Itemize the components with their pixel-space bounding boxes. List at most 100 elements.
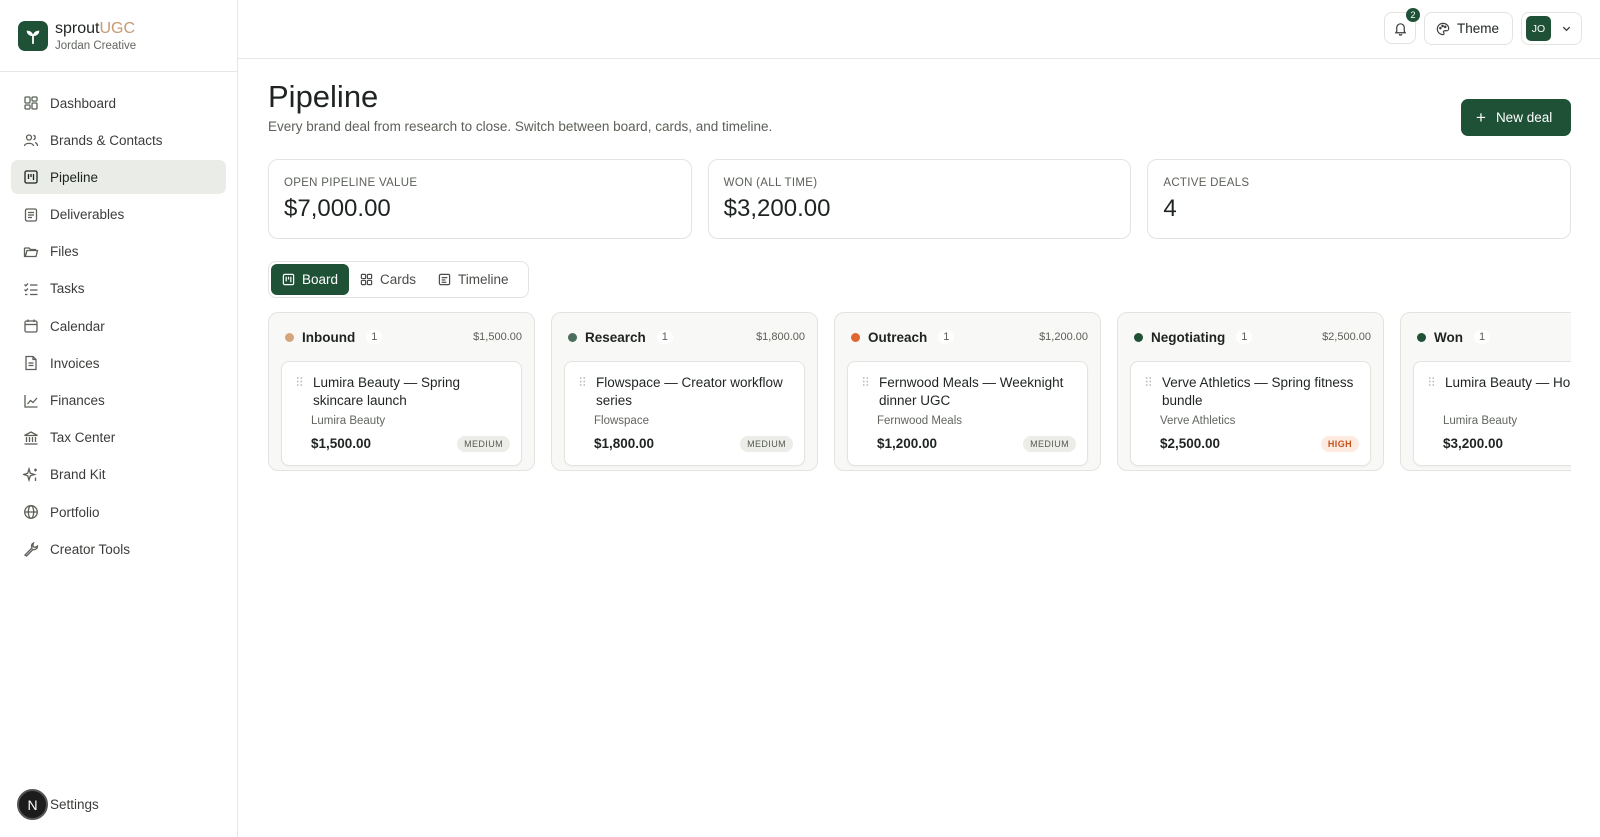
column-total: $1,500.00 — [473, 331, 522, 343]
new-deal-label: New deal — [1495, 110, 1553, 125]
sidebar-item-brands-contacts[interactable]: Brands & Contacts — [11, 123, 226, 157]
theme-button[interactable]: Theme — [1424, 12, 1513, 45]
column-title: Inbound — [302, 329, 356, 345]
sidebar-item-portfolio[interactable]: Portfolio — [11, 495, 226, 529]
sidebar-item-finances[interactable]: Finances — [11, 384, 226, 418]
sidebar-item-tasks[interactable]: Tasks — [11, 272, 226, 306]
column-count: 1 — [1236, 330, 1253, 344]
sidebar-item-dashboard[interactable]: Dashboard — [11, 86, 226, 120]
deal-title: Flowspace — Creator workflow series — [596, 375, 783, 408]
app-root: sproutUGC Jordan Creative Dashboard Bran… — [0, 0, 1600, 837]
brand-header[interactable]: sproutUGC Jordan Creative — [0, 0, 237, 72]
avatar[interactable]: N — [17, 789, 48, 820]
column-title: Research — [585, 329, 646, 345]
sidebar-item-deliverables[interactable]: Deliverables — [11, 198, 226, 232]
deal-title: Lumira Beauty — Spring skincare launch — [313, 375, 461, 408]
sidebar-item-label: Brands & Contacts — [50, 132, 163, 148]
new-deal-button[interactable]: + New deal — [1461, 99, 1571, 136]
deal-card[interactable]: Fernwood Meals — Weeknight dinner UGC Fe… — [847, 361, 1088, 466]
stage-dot — [568, 332, 577, 342]
deal-brand: Lumira Beauty — [311, 415, 386, 427]
sidebar-item-label: Invoices — [50, 355, 100, 371]
settings-link[interactable]: N Settings — [17, 789, 99, 820]
avatar: JO — [1526, 16, 1551, 41]
user-menu-button[interactable]: JO — [1521, 12, 1582, 45]
grid-icon — [360, 273, 373, 286]
tab-cards[interactable]: Cards — [349, 264, 427, 295]
drag-handle-icon[interactable] — [296, 376, 303, 387]
stage-dot — [851, 332, 860, 342]
deal-card[interactable]: Lumira Beauty — Spring skincare launch L… — [281, 361, 522, 466]
column-count: 1 — [366, 330, 383, 344]
sidebar-item-label: Portfolio — [50, 504, 100, 520]
deal-title: Verve Athletics — Spring fitness bundle — [1162, 375, 1354, 408]
sidebar-item-creator-tools[interactable]: Creator Tools — [11, 532, 226, 566]
deal-amount: $1,200.00 — [877, 436, 938, 451]
tab-label: Board — [302, 272, 339, 287]
deal-brand: Verve Athletics — [1160, 415, 1236, 427]
column-total: $1,800.00 — [756, 331, 805, 343]
deal-brand: Lumira Beauty — [1443, 415, 1518, 427]
sidebar-item-label: Tax Center — [50, 430, 116, 446]
deal-card[interactable]: Flowspace — Creator workflow series Flow… — [564, 361, 805, 466]
sidebar-item-label: Calendar — [50, 318, 105, 334]
stat-label: ACTIVE DEALS — [1163, 177, 1250, 189]
stat-value: $3,200.00 — [723, 195, 831, 222]
column-title: Won — [1434, 329, 1463, 345]
bell-icon — [1393, 21, 1408, 36]
sidebar-item-label: Deliverables — [50, 207, 125, 223]
column-title: Negotiating — [1151, 329, 1226, 345]
bank-icon — [23, 430, 39, 446]
stat-label: WON (ALL TIME) — [723, 177, 818, 189]
calendar-icon — [23, 318, 39, 334]
sidebar-item-files[interactable]: Files — [11, 235, 226, 269]
priority-badge: MEDIUM — [1023, 436, 1076, 452]
document-list-icon — [23, 207, 39, 223]
drag-handle-icon[interactable] — [1145, 376, 1152, 387]
board-column-won: Won 1 Lumira Beauty — Ho GRWM Lumira Bea… — [1400, 312, 1571, 471]
tab-label: Cards — [380, 272, 417, 287]
deal-brand: Flowspace — [594, 415, 649, 427]
stage-dot — [1417, 332, 1426, 342]
sidebar-item-label: Creator Tools — [50, 541, 131, 557]
tab-timeline[interactable]: Timeline — [427, 264, 520, 295]
sprout-icon — [18, 20, 48, 51]
drag-handle-icon[interactable] — [1428, 376, 1435, 387]
deal-card[interactable]: Lumira Beauty — Ho GRWM Lumira Beauty $3… — [1413, 361, 1571, 466]
tab-board[interactable]: Board — [271, 264, 350, 295]
wrench-icon — [23, 541, 39, 558]
stage-dot — [285, 332, 294, 342]
globe-icon — [23, 504, 39, 520]
dashboard-icon — [23, 95, 39, 111]
sidebar-item-tax-center[interactable]: Tax Center — [11, 421, 226, 455]
column-count: 1 — [1474, 330, 1491, 344]
folder-icon — [23, 244, 39, 260]
column-total: $2,500.00 — [1322, 331, 1371, 343]
sidebar-item-invoices[interactable]: Invoices — [11, 346, 226, 380]
deal-title: Lumira Beauty — Ho GRWM — [1445, 375, 1571, 390]
sidebar-item-label: Dashboard — [50, 95, 117, 111]
drag-handle-icon[interactable] — [579, 376, 586, 387]
theme-label: Theme — [1457, 21, 1500, 36]
board-column-negotiating: Negotiating 1 $2,500.00 Verve Athletics … — [1117, 312, 1384, 471]
chevron-down-icon — [1561, 23, 1572, 34]
deal-title: Fernwood Meals — Weeknight dinner UGC — [879, 375, 1064, 408]
pipeline-board: Inbound 1 $1,500.00 Lumira Beauty — Spri… — [268, 312, 1571, 472]
column-title: Outreach — [868, 329, 928, 345]
deal-card[interactable]: Verve Athletics — Spring fitness bundle … — [1130, 361, 1371, 466]
board-icon — [282, 273, 295, 286]
sidebar-item-calendar[interactable]: Calendar — [11, 309, 226, 343]
sidebar-item-label: Pipeline — [50, 169, 99, 185]
notifications-button[interactable]: 2 — [1384, 8, 1420, 44]
board-column-inbound: Inbound 1 $1,500.00 Lumira Beauty — Spri… — [268, 312, 535, 471]
stat-value: $7,000.00 — [284, 195, 391, 222]
sidebar-item-brand-kit[interactable]: Brand Kit — [11, 458, 226, 492]
sidebar-item-label: Finances — [50, 393, 105, 408]
view-switcher: Board Cards Timeline — [268, 261, 529, 298]
checklist-icon — [23, 281, 39, 297]
column-count: 1 — [656, 330, 673, 344]
drag-handle-icon[interactable] — [862, 376, 869, 387]
stat-label: OPEN PIPELINE VALUE — [284, 177, 418, 189]
sidebar-item-pipeline[interactable]: Pipeline — [11, 160, 226, 195]
invoice-icon — [23, 355, 39, 371]
